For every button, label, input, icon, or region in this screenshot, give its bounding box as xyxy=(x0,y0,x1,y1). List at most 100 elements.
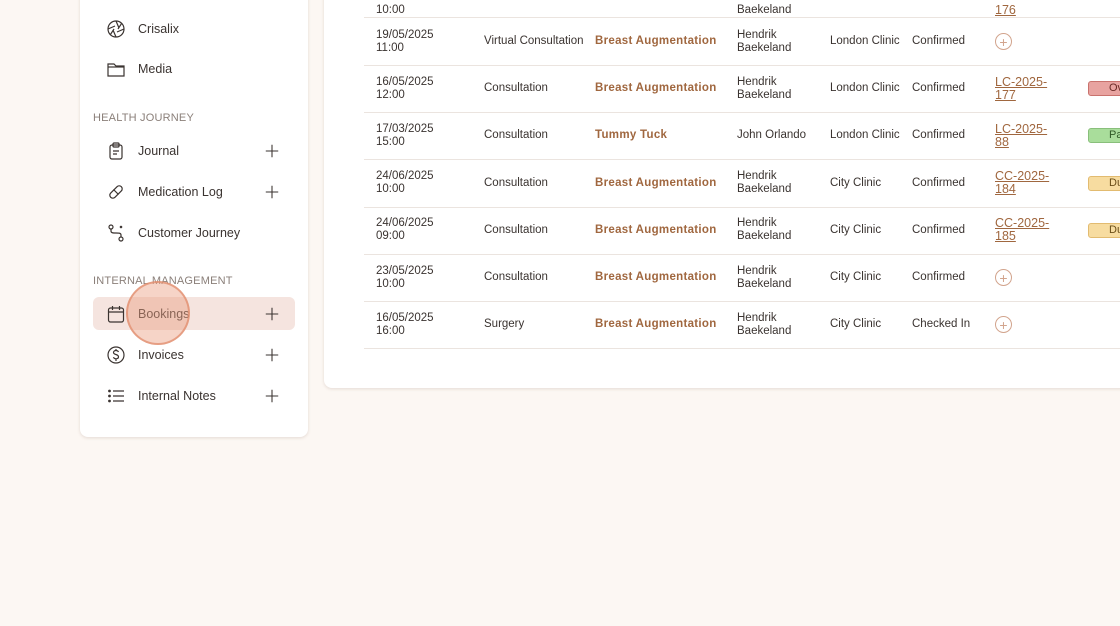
sidebar-item-invoices[interactable]: Invoices xyxy=(93,338,295,371)
cell-date: 24/06/2025 10:00 xyxy=(376,160,476,207)
cell-status: Confirmed xyxy=(912,271,966,283)
invoice-text: LC-2025- xyxy=(995,121,1048,136)
add-invoice-button[interactable] xyxy=(263,346,281,364)
table-row[interactable]: 17/03/2025 15:00 Consultation Tummy Tuck Joh… xyxy=(364,112,1120,161)
time-text: 10:00 xyxy=(376,277,405,290)
time-text: 15:00 xyxy=(376,135,405,148)
invoice-text: 177 xyxy=(995,87,1016,102)
cell-clinic: London Clinic xyxy=(830,82,900,95)
sidebar-item-label: Medication Log xyxy=(138,184,223,199)
sidebar-item-medication-log[interactable]: Medication Log xyxy=(93,175,295,208)
cell-status: Confirmed xyxy=(912,176,966,189)
add-invoice-circle-icon[interactable]: + xyxy=(995,316,1012,334)
cell-doctor: Hendrik Baekeland xyxy=(737,28,792,54)
cell-doctor: Hendrik Baekeland xyxy=(737,170,792,196)
cell-status: Checked In xyxy=(912,318,971,331)
cell-type: Consultation xyxy=(484,82,548,95)
sidebar-item-journal[interactable]: Journal xyxy=(93,134,295,167)
invoice-text: LC-2025- xyxy=(995,74,1048,89)
sidebar-item-label: Crisalix xyxy=(138,21,179,36)
cell-payment: Du xyxy=(1088,207,1120,254)
sidebar-item-crisalix[interactable]: Crisalix xyxy=(93,12,295,45)
sidebar-item-label: Journal xyxy=(138,143,179,158)
table-row[interactable]: 24/06/2025 10:00 Consultation Breast Augmen… xyxy=(364,160,1120,208)
cell-invoice: CC-2025- 185 xyxy=(995,207,1075,254)
cell-type: Consultation xyxy=(484,223,548,236)
add-booking-button[interactable] xyxy=(263,305,281,323)
cell-status: Confirmed xyxy=(912,35,966,47)
pill-icon xyxy=(106,182,126,202)
sidebar: Crisalix Media HEALTH JOURNEY Journal Me… xyxy=(80,0,308,437)
time-text: 11:00 xyxy=(376,41,404,54)
date-text: 16/05/2025 xyxy=(376,75,434,88)
cell-doctor: Baekeland xyxy=(737,4,792,16)
cell-procedure[interactable]: Breast Augmentation xyxy=(595,65,735,112)
cell-type: Virtual Consultation xyxy=(484,35,584,47)
sidebar-item-customer-journey[interactable]: Customer Journey xyxy=(93,216,295,249)
cell-type: Consultation xyxy=(484,129,548,142)
table-row[interactable]: 23/05/2025 10:00 Consultation Breast Augmen… xyxy=(364,254,1120,302)
cell-doctor: Hendrik Baekeland xyxy=(737,75,792,101)
cell-invoice: + xyxy=(995,254,1075,301)
cell-clinic: City Clinic xyxy=(830,271,882,283)
section-title-health-journey: HEALTH JOURNEY xyxy=(93,112,194,124)
add-journal-button[interactable] xyxy=(263,142,281,160)
table-row[interactable]: 16/05/2025 12:00 Consultation Breast Augmen… xyxy=(364,65,1120,114)
cell-type: Consultation xyxy=(484,271,548,283)
add-invoice-circle-icon[interactable]: + xyxy=(995,269,1012,286)
cell-procedure[interactable]: Breast Augmentation xyxy=(595,254,735,301)
table-row[interactable]: 16/05/2025 16:00 Surgery Breast Augmentatio… xyxy=(364,301,1120,350)
cell-clinic: London Clinic xyxy=(830,129,900,142)
cell-procedure[interactable]: Breast Augmentation xyxy=(595,207,735,254)
add-medication-button[interactable] xyxy=(263,183,281,201)
invoice-text: CC-2025- xyxy=(995,169,1050,184)
time-text: 12:00 xyxy=(376,88,405,101)
cell-date: 24/06/2025 09:00 xyxy=(376,207,476,254)
invoice-link[interactable]: 176 xyxy=(995,4,1016,17)
payment-status-badge: Du xyxy=(1088,175,1120,191)
payment-status-badge: Pa xyxy=(1088,128,1120,144)
cell-procedure[interactable]: Breast Augmentation xyxy=(595,18,735,65)
sidebar-item-bookings[interactable]: Bookings xyxy=(93,297,295,330)
date-text: 24/06/2025 xyxy=(376,170,434,183)
invoice-link[interactable]: LC-2025- 88 xyxy=(995,121,1048,149)
clipboard-icon xyxy=(106,141,126,161)
invoice-link[interactable]: CC-2025- 185 xyxy=(995,217,1049,243)
invoice-text: 185 xyxy=(995,229,1016,244)
cell-type: Consultation xyxy=(484,176,548,189)
date-text: 24/06/2025 xyxy=(376,217,434,230)
date-text: 17/03/2025 xyxy=(376,122,434,135)
cell-procedure[interactable]: Breast Augmentation xyxy=(595,160,735,207)
invoice-link[interactable]: LC-2025- 177 xyxy=(995,74,1048,102)
calendar-icon xyxy=(106,304,126,324)
sidebar-item-media[interactable]: Media xyxy=(93,52,295,85)
table-row[interactable]: 10:00 Baekeland 176 xyxy=(364,0,1120,18)
cell-procedure[interactable]: Tummy Tuck xyxy=(595,112,735,159)
aperture-icon xyxy=(106,19,126,39)
cell-clinic: London Clinic xyxy=(830,35,900,47)
table-row[interactable]: 24/06/2025 09:00 Consultation Breast Augmen… xyxy=(364,207,1120,255)
cell-procedure[interactable]: Breast Augmentation xyxy=(595,301,735,348)
sidebar-item-label: Media xyxy=(138,61,173,76)
payment-status-badge: Du xyxy=(1088,222,1120,238)
sidebar-item-label: Internal Notes xyxy=(138,388,216,403)
invoice-text: 88 xyxy=(995,134,1009,149)
payment-status-badge: Over xyxy=(1088,81,1120,97)
date-text: 23/05/2025 xyxy=(376,264,434,277)
cell-status: Confirmed xyxy=(912,129,966,142)
date-text: 16/05/2025 xyxy=(376,311,434,324)
cell-date: 16/05/2025 12:00 xyxy=(376,65,476,112)
dollar-circle-icon xyxy=(106,345,126,365)
sidebar-item-internal-notes[interactable]: Internal Notes xyxy=(93,379,295,412)
table-row[interactable]: 19/05/2025 11:00 Virtual Consultation Breas… xyxy=(364,18,1120,66)
cell-date: 10:00 xyxy=(376,4,405,16)
invoice-text: CC-2025- xyxy=(995,216,1050,231)
add-internal-note-button[interactable] xyxy=(263,387,281,405)
time-text: 16:00 xyxy=(376,324,405,337)
cell-date: 16/05/2025 16:00 xyxy=(376,301,476,348)
invoice-link[interactable]: CC-2025- 184 xyxy=(995,170,1049,196)
add-invoice-circle-icon[interactable]: + xyxy=(995,33,1012,50)
cell-doctor: Hendrik Baekeland xyxy=(737,264,792,290)
cell-doctor: Hendrik Baekeland xyxy=(737,311,792,337)
cell-status: Confirmed xyxy=(912,223,966,236)
